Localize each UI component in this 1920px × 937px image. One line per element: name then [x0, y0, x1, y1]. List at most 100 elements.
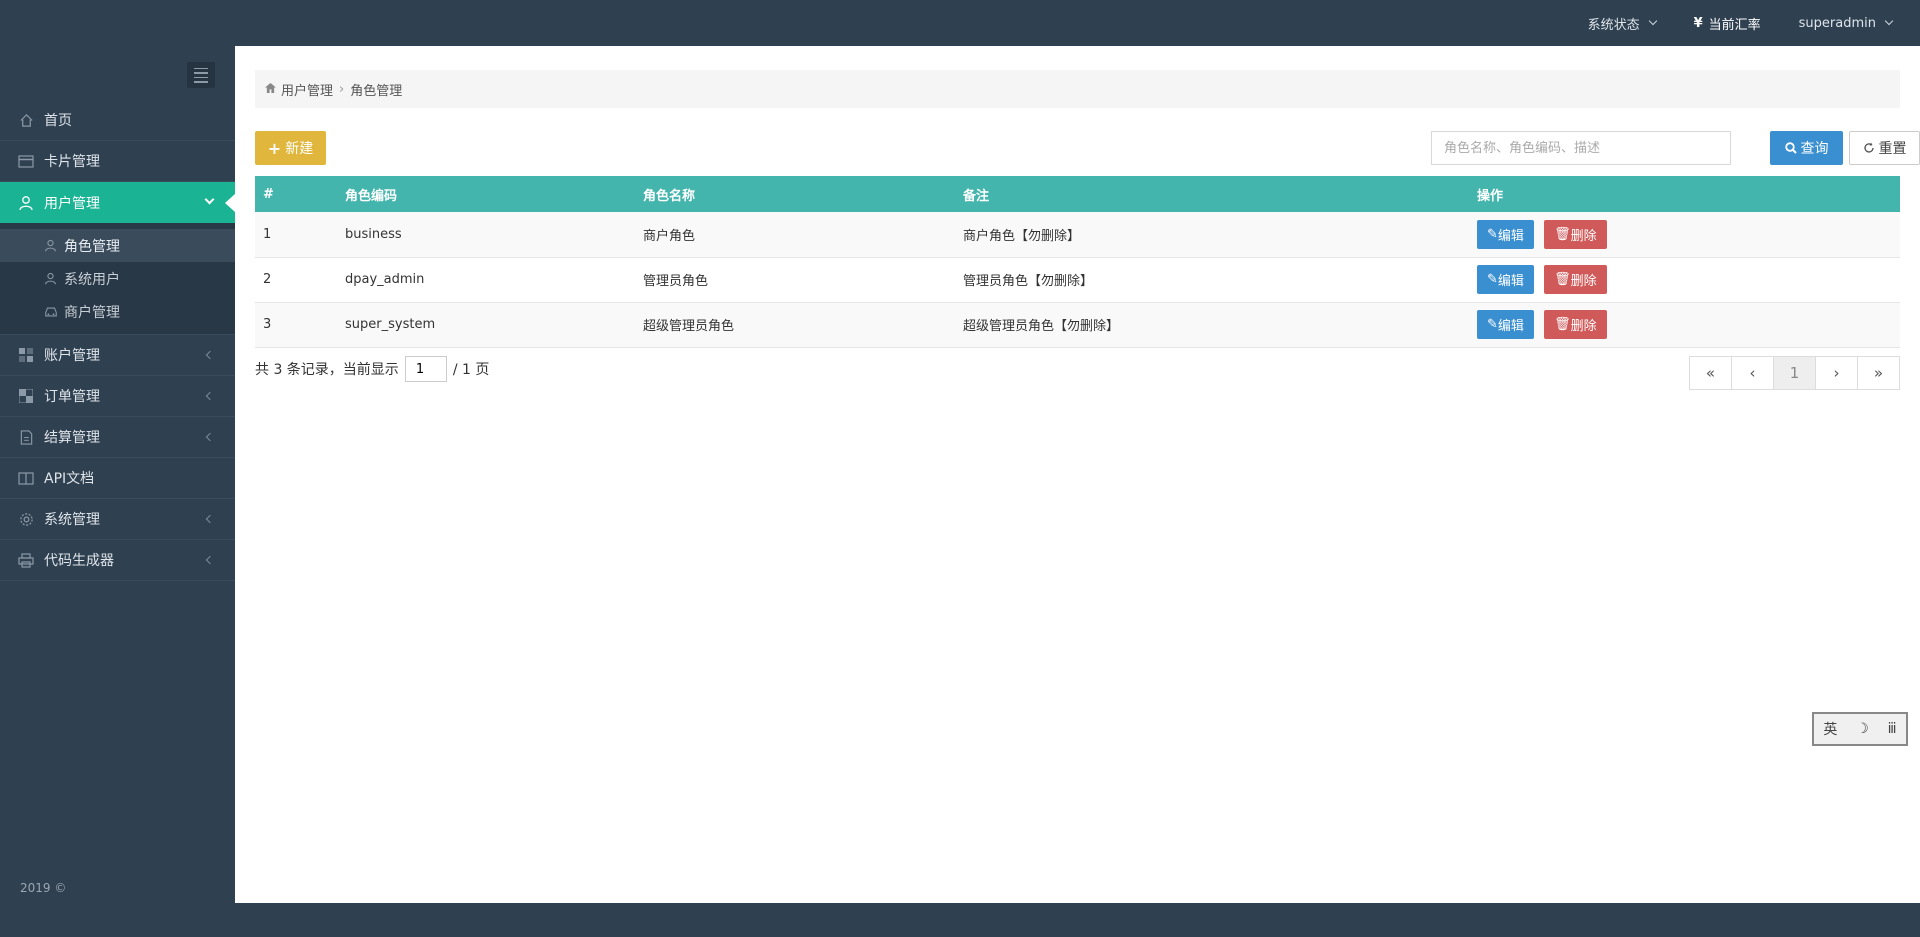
sidebar-item-codegen[interactable]: 代码生成器 — [0, 540, 235, 581]
edit-icon: ✎ — [1487, 317, 1498, 332]
sidebar-item-label: 代码生成器 — [44, 553, 114, 569]
edit-button-label: 编辑 — [1497, 274, 1524, 289]
sidebar-item-settlement[interactable]: 结算管理 — [0, 417, 235, 458]
chevron-down-icon — [1648, 16, 1657, 26]
search-input[interactable] — [1431, 131, 1731, 165]
roles-table: # 角色编码 角色名称 备注 操作 1 business 商户角色 商户角色【勿… — [255, 176, 1900, 348]
breadcrumb-separator: › — [339, 81, 345, 97]
copyright-footer: 2019 © — [20, 881, 67, 895]
chevron-left-icon — [205, 350, 215, 360]
page-number-input[interactable] — [404, 356, 447, 382]
edit-button-label: 编辑 — [1497, 319, 1524, 334]
sidebar-item-accounts[interactable]: 账户管理 — [0, 335, 235, 376]
reset-button[interactable]: 重置 — [1849, 131, 1920, 165]
column-header-name: 角色名称 — [635, 176, 955, 212]
ime-settings-icon[interactable]: ⅲ — [1888, 721, 1897, 737]
page-1-button[interactable]: 1 — [1773, 356, 1816, 390]
sidebar-item-users[interactable]: 用户管理 — [0, 182, 235, 223]
exchange-rate-link[interactable]: ¥ 当前汇率 — [1694, 14, 1761, 33]
sidebar-item-label: 订单管理 — [44, 389, 100, 405]
reset-button-label: 重置 — [1878, 141, 1907, 157]
sidebar-nav: 首页 卡片管理 用户管理 角色管理 系统用户 商户管理 账户管理 订单管理 结算… — [0, 100, 235, 581]
sidebar: 首页 卡片管理 用户管理 角色管理 系统用户 商户管理 账户管理 订单管理 结算… — [0, 46, 235, 903]
search-icon — [1784, 142, 1797, 154]
sidebar-item-home[interactable]: 首页 — [0, 100, 235, 141]
trash-icon: 🗑 — [1554, 226, 1571, 242]
sidebar-subitem-label: 商户管理 — [64, 304, 120, 321]
user-outline-icon — [44, 272, 58, 286]
cell-index: 3 — [255, 302, 337, 348]
users-submenu: 角色管理 系统用户 商户管理 — [0, 223, 235, 335]
sidebar-item-label: 用户管理 — [44, 195, 100, 212]
cell-code: super_system — [337, 302, 635, 348]
menu-toggle-button[interactable] — [187, 62, 215, 88]
edit-button[interactable]: ✎ 编辑 — [1477, 219, 1534, 249]
cell-name: 管理员角色 — [635, 257, 955, 303]
column-header-actions: 操作 — [1469, 176, 1900, 212]
trash-icon: 🗑 — [1554, 317, 1571, 332]
delete-button[interactable]: 🗑 删除 — [1544, 219, 1607, 249]
cell-actions: ✎ 编辑 🗑 删除 — [1469, 257, 1900, 303]
sidebar-subitem-system-users[interactable]: 系统用户 — [0, 262, 235, 295]
sidebar-item-system[interactable]: 系统管理 — [0, 499, 235, 540]
document-icon — [18, 429, 34, 445]
column-header-remark: 备注 — [955, 176, 1469, 212]
table-row: 2 dpay_admin 管理员角色 管理员角色【勿删除】 ✎ 编辑 🗑 删除 — [255, 257, 1900, 303]
car-icon — [44, 305, 58, 319]
table-row: 1 business 商户角色 商户角色【勿删除】 ✎ 编辑 🗑 删除 — [255, 212, 1900, 258]
edit-button[interactable]: ✎ 编辑 — [1477, 310, 1534, 339]
bottom-bar — [235, 903, 1920, 937]
table-row: 3 super_system 超级管理员角色 超级管理员角色【勿删除】 ✎ 编辑 … — [255, 302, 1900, 348]
topbar-right-menu: 系统状态 ¥ 当前汇率 superadmin — [1587, 0, 1894, 46]
ime-language-label[interactable]: 英 — [1823, 719, 1837, 739]
sidebar-subitem-merchants[interactable]: 商户管理 — [0, 295, 235, 328]
edit-icon: ✎ — [1487, 272, 1498, 287]
card-icon — [18, 153, 34, 169]
breadcrumb-parent[interactable]: 用户管理 — [281, 80, 333, 99]
chevron-down-icon — [1884, 16, 1894, 26]
user-dropdown[interactable]: superadmin — [1798, 15, 1894, 31]
new-button[interactable]: + 新建 — [255, 131, 326, 165]
moon-icon[interactable]: ☽ — [1856, 721, 1869, 737]
sidebar-item-cards[interactable]: 卡片管理 — [0, 141, 235, 182]
first-page-button[interactable]: « — [1689, 356, 1732, 390]
cell-remark: 商户角色【勿删除】 — [955, 212, 1469, 258]
sidebar-item-api-docs[interactable]: API文档 — [0, 458, 235, 499]
cell-code: business — [337, 212, 635, 258]
system-status-dropdown[interactable]: 系统状态 — [1587, 14, 1657, 33]
delete-button-label: 删除 — [1570, 274, 1597, 289]
sidebar-subitem-label: 角色管理 — [64, 238, 120, 255]
column-header-index: # — [255, 176, 337, 212]
last-page-button[interactable]: » — [1857, 356, 1900, 390]
delete-button[interactable]: 🗑 删除 — [1544, 265, 1607, 294]
system-status-label: 系统状态 — [1587, 17, 1640, 33]
printer-icon — [18, 552, 34, 568]
sidebar-subitem-roles[interactable]: 角色管理 — [0, 229, 235, 262]
home-icon[interactable] — [265, 82, 276, 96]
chevron-left-icon — [205, 432, 215, 442]
prev-page-button[interactable]: ‹ — [1731, 356, 1774, 390]
delete-button[interactable]: 🗑 删除 — [1544, 310, 1607, 339]
pager-suffix: / 1 页 — [452, 362, 490, 378]
next-page-button[interactable]: › — [1815, 356, 1858, 390]
sidebar-item-label: 首页 — [44, 113, 72, 129]
ime-toolbar[interactable]: 英 ☽ ⅲ — [1812, 712, 1908, 746]
sidebar-item-orders[interactable]: 订单管理 — [0, 376, 235, 417]
sidebar-item-label: 结算管理 — [44, 430, 100, 446]
home-icon — [18, 112, 34, 128]
cell-name: 超级管理员角色 — [635, 302, 955, 348]
chevron-down-icon — [204, 194, 215, 205]
query-button[interactable]: 查询 — [1770, 131, 1843, 165]
cell-index: 1 — [255, 212, 337, 258]
table-header-row: # 角色编码 角色名称 备注 操作 — [255, 176, 1900, 212]
sidebar-item-label: 账户管理 — [44, 348, 100, 364]
username-label: superadmin — [1798, 15, 1876, 31]
chevron-left-icon — [205, 555, 215, 565]
cell-code: dpay_admin — [337, 257, 635, 303]
user-outline-icon — [44, 239, 58, 253]
plus-icon: + — [267, 138, 282, 158]
pager-prefix: 共 3 条记录，当前显示 — [255, 362, 399, 378]
pager-info: 共 3 条记录，当前显示 / 1 页 — [255, 356, 489, 382]
chevron-left-icon — [205, 514, 215, 524]
edit-button[interactable]: ✎ 编辑 — [1477, 265, 1534, 294]
